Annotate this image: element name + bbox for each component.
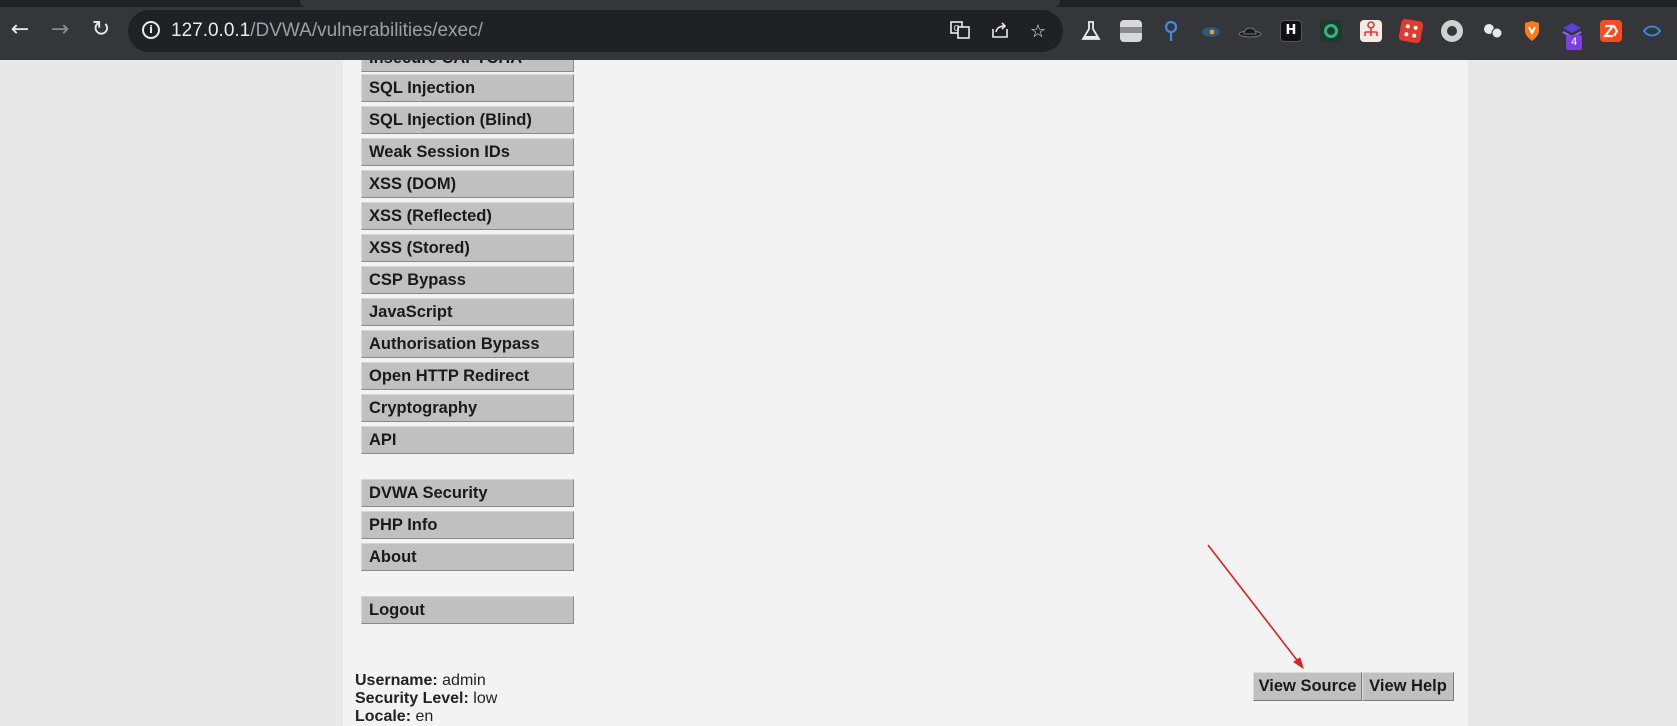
extension-dice-icon[interactable] <box>1398 18 1424 44</box>
extension-ring-icon[interactable] <box>1320 20 1342 42</box>
share-icon[interactable] <box>988 20 1012 44</box>
url-text[interactable]: 127.0.0.1/DVWA/vulnerabilities/exec/ <box>171 19 483 43</box>
extension-tree-icon[interactable] <box>1360 20 1382 42</box>
tab-strip <box>0 0 1677 7</box>
url-path: /DVWA/vulnerabilities/exec/ <box>250 20 483 41</box>
forward-icon[interactable]: → <box>47 17 73 43</box>
extension-pin-icon[interactable] <box>1160 20 1182 42</box>
svg-text:G: G <box>954 24 960 33</box>
active-tab-edge <box>300 0 1060 7</box>
site-info-icon[interactable]: i <box>142 21 160 39</box>
extension-bubbles-icon[interactable] <box>1482 20 1504 42</box>
reload-icon[interactable]: ↻ <box>88 17 114 43</box>
extension-zap-icon[interactable] <box>1600 20 1622 42</box>
extension-circle-icon[interactable] <box>1441 20 1463 42</box>
browser-toolbar: ← → ↻ i 127.0.0.1/DVWA/vulnerabilities/e… <box>0 0 1677 60</box>
extension-count-badge: 4 <box>1566 35 1582 50</box>
url-host: 127.0.0.1 <box>171 20 251 41</box>
address-bar[interactable]: i 127.0.0.1/DVWA/vulnerabilities/exec/ G… <box>128 10 1063 52</box>
extension-fish-icon[interactable] <box>1641 20 1663 42</box>
extension-shield-icon[interactable] <box>1521 20 1543 42</box>
translate-icon[interactable]: G <box>948 20 972 44</box>
page-viewport: Insecure CAPTCHA SQL Injection SQL Injec… <box>0 60 1677 726</box>
extension-bird-icon[interactable] <box>1200 20 1222 42</box>
back-icon[interactable]: ← <box>7 17 33 43</box>
extension-hat-icon[interactable] <box>1238 20 1262 42</box>
extension-h-icon[interactable]: H <box>1280 20 1302 42</box>
extension-flask-icon[interactable] <box>1080 20 1101 42</box>
bookmark-star-icon[interactable]: ☆ <box>1026 20 1050 44</box>
extension-window-icon[interactable] <box>1120 20 1142 42</box>
annotation-arrow <box>1207 544 1304 670</box>
